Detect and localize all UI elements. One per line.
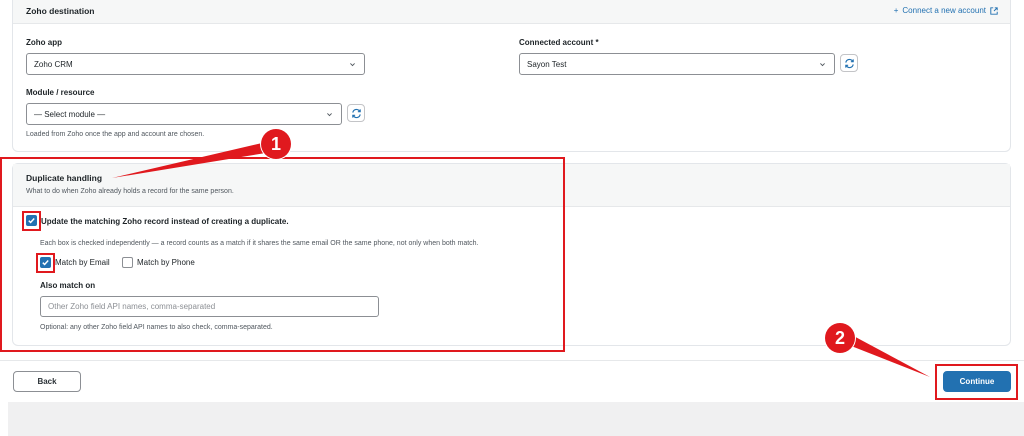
annotation-arrow-1 (112, 140, 275, 178)
annotation-arrows (112, 140, 930, 377)
annotation-badge-1: 1 (261, 129, 291, 159)
annotation-badge-2: 2 (825, 323, 855, 353)
